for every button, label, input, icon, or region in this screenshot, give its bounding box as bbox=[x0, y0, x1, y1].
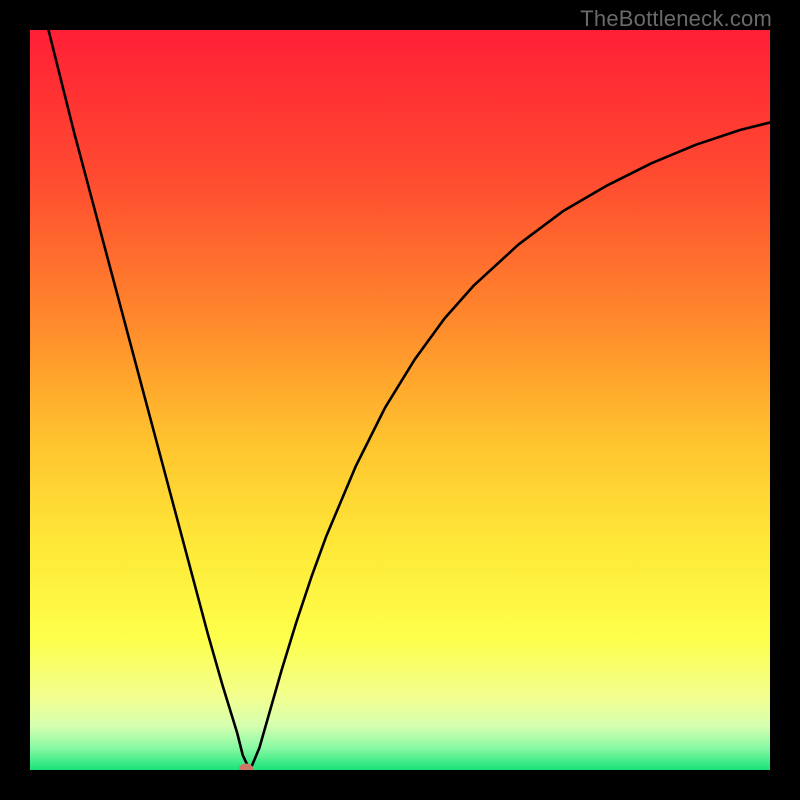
gradient-background bbox=[30, 30, 770, 770]
watermark-text: TheBottleneck.com bbox=[580, 6, 772, 32]
plot-area bbox=[30, 30, 770, 770]
bottleneck-chart-svg bbox=[30, 30, 770, 770]
chart-container: TheBottleneck.com bbox=[0, 0, 800, 800]
